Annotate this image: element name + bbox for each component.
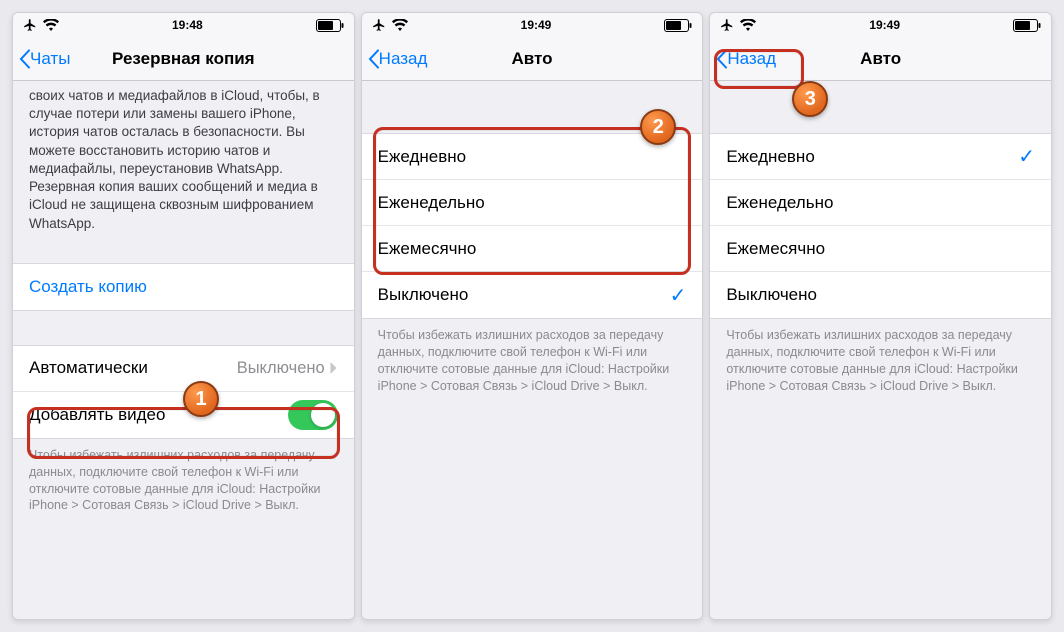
airplane-icon (23, 18, 37, 32)
frequency-options-group: Ежедневно ✓ Еженедельно Ежемесячно Выклю… (710, 133, 1051, 319)
option-weekly[interactable]: Еженедельно (362, 180, 703, 226)
option-label: Выключено (726, 285, 817, 305)
content-area: Ежедневно ✓ Еженедельно Ежемесячно Выклю… (710, 81, 1051, 619)
back-label: Чаты (30, 49, 70, 69)
option-label: Ежемесячно (378, 239, 477, 259)
nav-header: Назад Авто (710, 37, 1051, 81)
chevron-left-icon (17, 48, 31, 70)
option-off[interactable]: Выключено (710, 272, 1051, 318)
back-button[interactable]: Чаты (13, 48, 70, 70)
option-monthly[interactable]: Ежемесячно (710, 226, 1051, 272)
content-area: Ежедневно Еженедельно Ежемесячно Выключе… (362, 81, 703, 619)
status-bar: 19:49 (710, 13, 1051, 37)
create-backup-label: Создать копию (29, 277, 147, 297)
create-backup-group: Создать копию (13, 263, 354, 311)
option-label: Еженедельно (378, 193, 485, 213)
intro-note: своих чатов и медиафайлов в iCloud, чтоб… (13, 81, 354, 243)
settings-group: Автоматически Выключено Добавлять видео (13, 345, 354, 439)
checkmark-icon: ✓ (1018, 144, 1035, 169)
back-label: Назад (379, 49, 428, 69)
phone-screen-3: 19:49 Назад Авто Ежедневно ✓ Еженедельно… (709, 12, 1052, 620)
chevron-left-icon (366, 48, 380, 70)
option-label: Ежедневно (378, 147, 466, 167)
content-area: своих чатов и медиафайлов в iCloud, чтоб… (13, 81, 354, 619)
frequency-options-group: Ежедневно Еженедельно Ежемесячно Выключе… (362, 133, 703, 319)
phone-screen-1: 19:48 Чаты Резервная копия своих чатов и… (12, 12, 355, 620)
battery-icon (316, 19, 344, 32)
airplane-icon (372, 18, 386, 32)
status-time: 19:49 (869, 18, 900, 32)
airplane-icon (720, 18, 734, 32)
wifi-icon (740, 19, 756, 31)
option-daily[interactable]: Ежедневно (362, 134, 703, 180)
footer-note: Чтобы избежать излишних расходов за пере… (13, 439, 354, 523)
nav-header: Чаты Резервная копия (13, 37, 354, 81)
status-time: 19:48 (172, 18, 203, 32)
battery-icon (1013, 19, 1041, 32)
checkmark-icon: ✓ (670, 283, 687, 308)
status-bar: 19:48 (13, 13, 354, 37)
create-backup-button[interactable]: Создать копию (13, 264, 354, 310)
auto-backup-value: Выключено (237, 359, 325, 378)
auto-backup-row[interactable]: Автоматически Выключено (13, 346, 354, 392)
chevron-left-icon (714, 48, 728, 70)
option-label: Еженедельно (726, 193, 833, 213)
back-label: Назад (727, 49, 776, 69)
phone-screen-2: 19:49 Назад Авто Ежедневно Еженедельно Е… (361, 12, 704, 620)
option-label: Выключено (378, 285, 469, 305)
chevron-right-icon (329, 361, 338, 375)
wifi-icon (43, 19, 59, 31)
option-label: Ежемесячно (726, 239, 825, 259)
include-videos-label: Добавлять видео (29, 405, 165, 425)
status-bar: 19:49 (362, 13, 703, 37)
back-button[interactable]: Назад (710, 48, 776, 70)
option-off[interactable]: Выключено ✓ (362, 272, 703, 318)
include-videos-row[interactable]: Добавлять видео (13, 392, 354, 438)
footer-note: Чтобы избежать излишних расходов за пере… (710, 319, 1051, 403)
status-time: 19:49 (521, 18, 552, 32)
footer-note: Чтобы избежать излишних расходов за пере… (362, 319, 703, 403)
include-videos-toggle[interactable] (288, 400, 338, 430)
option-monthly[interactable]: Ежемесячно (362, 226, 703, 272)
nav-header: Назад Авто (362, 37, 703, 81)
back-button[interactable]: Назад (362, 48, 428, 70)
option-daily[interactable]: Ежедневно ✓ (710, 134, 1051, 180)
battery-icon (664, 19, 692, 32)
option-weekly[interactable]: Еженедельно (710, 180, 1051, 226)
option-label: Ежедневно (726, 147, 814, 167)
auto-backup-label: Автоматически (29, 358, 148, 378)
wifi-icon (392, 19, 408, 31)
